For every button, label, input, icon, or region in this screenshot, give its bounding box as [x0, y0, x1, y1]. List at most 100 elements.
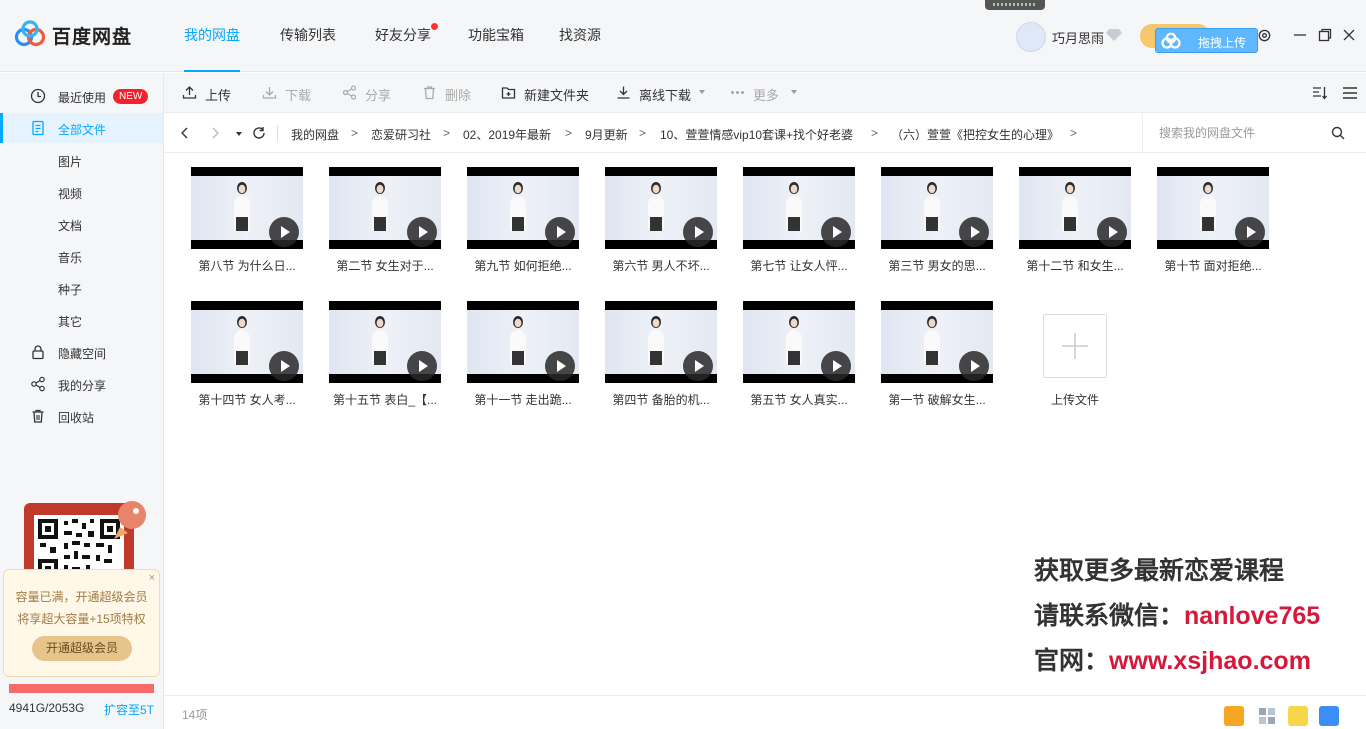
search-box	[1142, 113, 1366, 153]
file-name: 第八节 为什么日...	[198, 259, 296, 273]
file-item[interactable]: 第十四节 女人考...	[184, 301, 304, 421]
delete-button[interactable]: 删除	[422, 85, 482, 103]
sidebar-item-all-files[interactable]: 全部文件	[0, 113, 163, 143]
drag-upload-button[interactable]: 拖拽上传	[1155, 28, 1258, 53]
close-icon[interactable]	[1341, 27, 1357, 43]
video-thumbnail	[605, 301, 717, 383]
presenter-figure	[510, 182, 526, 231]
file-item[interactable]: 第四节 备胎的机...	[598, 301, 718, 421]
app-logo[interactable]: 百度网盘	[14, 20, 154, 48]
sort-icon[interactable]	[1312, 85, 1328, 101]
download-icon	[262, 87, 277, 99]
tab-my-drive[interactable]: 我的网盘	[184, 25, 240, 45]
breadcrumb-item[interactable]: 9月更新	[585, 126, 628, 143]
apps-icon[interactable]	[1257, 706, 1277, 726]
avatar[interactable]	[1016, 22, 1046, 52]
presenter-figure	[372, 182, 388, 231]
sidebar-item-label: 种子	[58, 283, 83, 297]
breadcrumb-item-current[interactable]: （六）萱萱《把控女生的心理》	[891, 126, 1059, 143]
file-item[interactable]: 第十一节 走出跪...	[460, 301, 580, 421]
sidebar-item-recent[interactable]: 最近使用 NEW	[0, 81, 163, 111]
sidebar-item-label: 视频	[58, 187, 83, 201]
tab-transfer-list[interactable]: 传输列表	[280, 25, 336, 45]
sidebar-item-documents[interactable]: 文档	[0, 209, 163, 239]
sidebar-item-label: 隐藏空间	[58, 347, 107, 361]
file-name: 第九节 如何拒绝...	[474, 259, 572, 273]
file-item[interactable]: 第六节 男人不坏...	[598, 167, 718, 287]
file-item[interactable]: 第七节 让女人怦...	[736, 167, 856, 287]
upload-button[interactable]: 上传	[182, 85, 242, 103]
sidebar-item-label: 回收站	[58, 411, 95, 425]
top-bar: 百度网盘 我的网盘 传输列表 好友分享 功能宝箱 找资源 巧月思雨 拖拽上传	[0, 0, 1366, 72]
history-dropdown-icon[interactable]	[234, 126, 244, 140]
file-item[interactable]: 第十节 面对拒绝...	[1150, 167, 1270, 287]
minimize-icon[interactable]	[1292, 27, 1308, 43]
presenter-figure	[1200, 182, 1216, 231]
presenter-figure	[924, 316, 940, 365]
presenter-figure	[1062, 182, 1078, 231]
diamond-icon[interactable]	[1106, 28, 1122, 42]
offline-download-label: 离线下载	[639, 88, 692, 103]
file-item[interactable]: 第三节 男女的思...	[874, 167, 994, 287]
more-button[interactable]: 更多	[730, 85, 800, 103]
search-input[interactable]	[1159, 124, 1329, 142]
refresh-icon[interactable]	[252, 126, 266, 140]
download-button[interactable]: 下载	[262, 85, 322, 103]
username[interactable]: 巧月思雨	[1052, 28, 1104, 47]
search-icon[interactable]	[1331, 126, 1345, 140]
lock-icon[interactable]	[1319, 706, 1339, 726]
upload-file-tile[interactable]	[1043, 314, 1107, 378]
sidebar-item-others[interactable]: 其它	[0, 305, 163, 335]
restore-icon[interactable]	[1317, 27, 1333, 43]
tab-friend-share[interactable]: 好友分享	[375, 23, 438, 45]
breadcrumb-item[interactable]: 我的网盘	[291, 126, 339, 143]
more-label: 更多	[753, 88, 780, 103]
file-name: 第三节 男女的思...	[888, 259, 986, 273]
presenter-figure	[648, 316, 664, 365]
sidebar-item-videos[interactable]: 视频	[0, 177, 163, 207]
upload-label: 上传	[205, 88, 232, 103]
presenter-figure	[648, 182, 664, 231]
sidebar-item-images[interactable]: 图片	[0, 145, 163, 175]
chevron-down-icon	[699, 90, 705, 94]
tab-toolbox[interactable]: 功能宝箱	[468, 25, 524, 45]
tab-find-resources[interactable]: 找资源	[559, 25, 601, 45]
file-item[interactable]: 第五节 女人真实...	[736, 301, 856, 421]
list-view-icon[interactable]	[1342, 85, 1358, 101]
file-item[interactable]: 第二节 女生对于...	[322, 167, 442, 287]
app-window: 百度网盘 我的网盘 传输列表 好友分享 功能宝箱 找资源 巧月思雨 拖拽上传 最…	[0, 0, 1366, 729]
upload-queue-icon[interactable]	[1288, 706, 1308, 726]
sidebar-item-torrents[interactable]: 种子	[0, 273, 163, 303]
medal-icon[interactable]	[1224, 706, 1244, 726]
breadcrumb-item[interactable]: 10、萱萱情感vip10套课+找个好老婆	[660, 126, 853, 143]
play-icon	[407, 351, 437, 381]
file-item[interactable]: 第一节 破解女生...	[874, 301, 994, 421]
expand-storage-link[interactable]: 扩容至5T	[104, 701, 154, 718]
share-label: 分享	[365, 88, 392, 103]
sidebar-item-music[interactable]: 音乐	[0, 241, 163, 271]
close-icon[interactable]: ×	[149, 572, 155, 584]
forward-icon[interactable]	[208, 126, 222, 140]
mascot-icon	[114, 501, 146, 539]
open-vip-button[interactable]: 开通超级会员	[32, 636, 132, 661]
divider	[277, 125, 278, 141]
file-item[interactable]: 第八节 为什么日...	[184, 167, 304, 287]
new-folder-button[interactable]: 新建文件夹	[501, 85, 591, 103]
file-item[interactable]: 第十二节 和女生...	[1012, 167, 1132, 287]
file-item[interactable]: 第九节 如何拒绝...	[460, 167, 580, 287]
file-name: 第十节 面对拒绝...	[1164, 259, 1262, 273]
share-button[interactable]: 分享	[342, 85, 402, 103]
new-folder-icon	[501, 87, 516, 99]
upload-icon	[182, 86, 197, 99]
gear-icon[interactable]	[1257, 28, 1272, 43]
clock-icon	[30, 88, 46, 104]
file-item[interactable]: 第十五节 表白_【...	[322, 301, 442, 421]
back-icon[interactable]	[178, 126, 192, 140]
sidebar-item-hidden-space[interactable]: 隐藏空间	[0, 337, 163, 367]
sidebar-item-recycle-bin[interactable]: 回收站	[0, 401, 163, 431]
breadcrumb-item[interactable]: 恋爱研习社	[371, 126, 431, 143]
breadcrumb-item[interactable]: 02、2019年最新	[463, 126, 551, 143]
sidebar-item-my-shares[interactable]: 我的分享	[0, 369, 163, 399]
offline-download-button[interactable]: 离线下载	[616, 85, 711, 103]
video-thumbnail	[329, 301, 441, 383]
